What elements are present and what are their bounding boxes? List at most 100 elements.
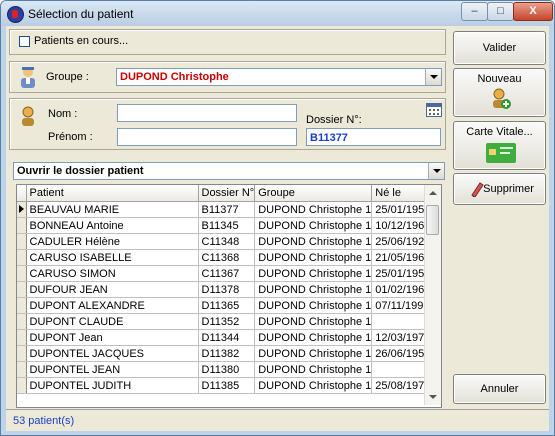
cell-groupe[interactable]: DUPOND Christophe 1 [254,329,373,346]
action-select[interactable]: Ouvrir le dossier patient [13,162,445,180]
cell-patient[interactable]: DUPONTEL JEAN [26,361,199,378]
table-row[interactable]: CARUSO ISABELLE C11368 DUPOND Christophe 1… [17,249,432,266]
cell-dossier[interactable]: B11345 [198,217,256,234]
annuler-button[interactable]: Annuler [453,374,546,404]
cell-ne-le[interactable]: 25/06/1924 [371,233,432,250]
nouveau-button[interactable]: Nouveau [453,68,546,117]
row-indicator [17,201,27,218]
cell-patient[interactable]: DUPONT ALEXANDRE [26,297,199,314]
column-header-dossier[interactable]: Dossier N° [198,185,256,202]
table-row[interactable]: BEAUVAU MARIE B11377 DUPOND Christophe 1 25… [17,201,432,218]
cell-dossier[interactable]: C11368 [198,249,256,266]
patient-table[interactable]: Patient Dossier N° Groupe Né le BEAUVAU … [16,184,442,408]
cell-groupe[interactable]: DUPOND Christophe 1 [254,249,373,266]
cell-patient[interactable]: BONNEAU Antoine [26,217,199,234]
cell-groupe[interactable]: DUPOND Christophe 1 [254,265,373,282]
table-row[interactable]: DUPONT Jean D11344 DUPOND Christophe 1 12/0… [17,329,432,346]
close-button[interactable]: X [513,2,553,21]
cell-dossier[interactable]: D11378 [198,281,256,298]
cell-ne-le[interactable] [371,313,432,330]
cell-groupe[interactable]: DUPOND Christophe 1 [254,313,373,330]
cell-groupe[interactable]: DUPOND Christophe 1 [254,201,373,218]
patients-en-cours-label[interactable]: Patients en cours... [34,35,128,47]
cell-ne-le[interactable]: 25/01/1950 [371,201,432,218]
table-row[interactable]: DUFOUR JEAN D11378 DUPOND Christophe 1 01/0… [17,281,432,298]
table-row[interactable]: DUPONTEL JUDITH D11385 DUPOND Christophe 1… [17,377,432,394]
cell-ne-le[interactable]: 26/06/1950 [371,345,432,362]
cell-groupe[interactable]: DUPOND Christophe 1 [254,233,373,250]
cell-ne-le[interactable]: 25/01/1950 [371,265,432,282]
table-row[interactable]: CARUSO SIMON C11367 DUPOND Christophe 1 25/… [17,265,432,282]
column-header-groupe[interactable]: Groupe [254,185,373,202]
cell-dossier[interactable]: B11377 [198,201,256,218]
cell-dossier[interactable]: D11385 [198,377,256,394]
cell-patient[interactable]: CADULER Hélène [26,233,199,250]
scroll-down-icon[interactable] [425,389,441,405]
cell-patient[interactable]: CARUSO SIMON [26,265,199,282]
cell-dossier[interactable]: D11380 [198,361,256,378]
cell-groupe[interactable]: DUPOND Christophe 1 [254,377,373,394]
table-header: Patient Dossier N° Groupe Né le [17,185,432,202]
cell-dossier[interactable]: C11348 [198,233,256,250]
dossier-input[interactable]: B11377 [306,128,441,146]
cell-dossier[interactable]: D11352 [198,313,256,330]
cell-patient[interactable]: BEAUVAU MARIE [26,201,199,218]
carte-vitale-button[interactable]: Carte Vitale... [453,121,546,170]
supprimer-button[interactable]: Supprimer [453,173,546,205]
table-row[interactable]: DUPONT CLAUDE D11352 DUPOND Christophe 1 [17,313,432,330]
cell-groupe[interactable]: DUPOND Christophe 1 [254,281,373,298]
row-indicator [17,377,27,394]
table-row[interactable]: DUPONT ALEXANDRE D11365 DUPOND Christophe … [17,297,432,314]
cell-groupe[interactable]: DUPOND Christophe 1 [254,361,373,378]
groupe-panel: Groupe : DUPOND Christophe [9,61,446,93]
scroll-thumb[interactable] [426,205,439,235]
table-row[interactable]: DUPONTEL JACQUES D11382 DUPOND Christophe … [17,345,432,362]
cell-patient[interactable]: DUPONT Jean [26,329,199,346]
patients-en-cours-checkbox[interactable] [19,36,30,47]
scroll-up-icon[interactable] [425,185,441,201]
groupe-select[interactable]: DUPOND Christophe [116,68,442,86]
minimize-button[interactable]: – [461,2,488,21]
cell-patient[interactable]: DUFOUR JEAN [26,281,199,298]
cell-ne-le[interactable]: 07/11/1991 [371,297,432,314]
row-indicator [17,249,27,266]
row-indicator [17,217,27,234]
cell-patient[interactable]: DUPONTEL JACQUES [26,345,199,362]
cell-ne-le[interactable]: 01/02/1960 [371,281,432,298]
nom-input[interactable] [117,104,297,122]
row-indicator [17,233,27,250]
cell-patient[interactable]: DUPONT CLAUDE [26,313,199,330]
cell-dossier[interactable]: D11344 [198,329,256,346]
calendar-icon[interactable] [426,103,442,117]
cell-ne-le[interactable]: 21/05/1965 [371,249,432,266]
nom-label: Nom : [48,108,78,120]
doctor-icon [21,67,35,88]
maximize-button[interactable]: □ [487,2,514,21]
cell-groupe[interactable]: DUPOND Christophe 1 [254,297,373,314]
dossier-label: Dossier N°: [306,114,362,126]
prenom-input[interactable] [117,128,297,146]
cell-ne-le[interactable]: 12/03/1971 [371,329,432,346]
table-row[interactable]: CADULER Hélène C11348 DUPOND Christophe 12… [17,233,432,250]
column-header-patient[interactable]: Patient [26,185,199,202]
cell-dossier[interactable]: C11367 [198,265,256,282]
table-row[interactable]: DUPONTEL JEAN D11380 DUPOND Christophe 1 [17,361,432,378]
table-row[interactable]: BONNEAU Antoine B11345 DUPOND Christophe 1… [17,217,432,234]
chevron-down-icon[interactable] [425,69,441,85]
cell-patient[interactable]: CARUSO ISABELLE [26,249,199,266]
cell-groupe[interactable]: DUPOND Christophe 1 [254,345,373,362]
cell-dossier[interactable]: D11365 [198,297,256,314]
table-scrollbar[interactable] [424,185,441,405]
cell-ne-le[interactable] [371,361,432,378]
title-bar[interactable]: Sélection du patient – □ X [1,1,554,26]
carte-vitale-icon [486,143,516,163]
cell-ne-le[interactable]: 25/08/1977 [371,377,432,394]
indicator-header [17,185,27,202]
cell-patient[interactable]: DUPONTEL JUDITH [26,377,199,394]
cell-ne-le[interactable]: 10/12/1967 [371,217,432,234]
chevron-down-icon[interactable] [428,163,444,179]
valider-button[interactable]: Valider [453,31,546,65]
cell-dossier[interactable]: D11382 [198,345,256,362]
cell-groupe[interactable]: DUPOND Christophe 1 [254,217,373,234]
column-header-ne-le[interactable]: Né le [371,185,432,202]
